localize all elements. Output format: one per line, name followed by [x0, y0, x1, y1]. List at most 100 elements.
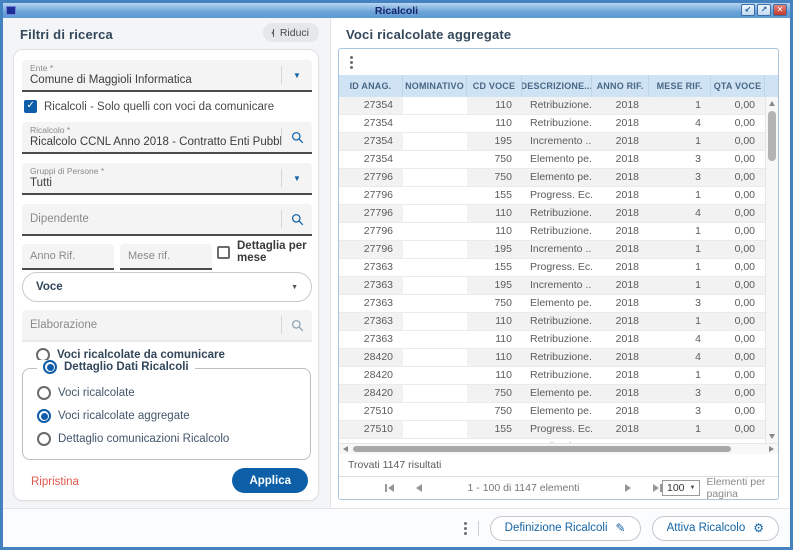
table-row[interactable]: 27796155Progress. Ec...201810,00: [339, 187, 765, 205]
table-row[interactable]: 27363195Incremento ...201810,00: [339, 277, 765, 295]
chevron-down-icon[interactable]: ▼: [282, 60, 312, 90]
radio-circle[interactable]: [37, 409, 51, 423]
scroll-down-icon[interactable]: [769, 434, 775, 439]
applica-button[interactable]: Applica: [232, 468, 308, 493]
column-header[interactable]: ANNO RIF.: [592, 75, 649, 97]
table-cell: 2018: [592, 277, 649, 294]
dipendente-field[interactable]: Dipendente: [22, 204, 312, 236]
table-row[interactable]: 27354110Retribuzione...201840,00: [339, 115, 765, 133]
filters-title: Filtri di ricerca: [20, 27, 113, 42]
maximize-window-button[interactable]: ↗: [757, 4, 771, 16]
vertical-scrollbar[interactable]: [765, 97, 778, 443]
horizontal-scroll-thumb[interactable]: [353, 446, 731, 452]
radio-voci-ricalcolate-aggregate[interactable]: Voci ricalcolate aggregate: [37, 409, 190, 423]
gruppi-persone-field[interactable]: Gruppi di Persone * Tutti ▼: [22, 163, 312, 195]
table-row[interactable]: 28420110Retribuzione...201840,00: [339, 349, 765, 367]
radio-dettaglio-comunicazioni[interactable]: Dettaglio comunicazioni Ricalcolo: [37, 432, 229, 446]
table-cell: 27796: [339, 187, 403, 204]
table-cell: 110: [467, 349, 522, 366]
search-icon[interactable]: [282, 204, 312, 234]
table-cell: 2018: [592, 187, 649, 204]
table-row[interactable]: 27796110Retribuzione...201810,00: [339, 223, 765, 241]
table-row[interactable]: 27363155Progress. Ec...201810,00: [339, 259, 765, 277]
table-cell: 1: [649, 313, 711, 330]
column-header[interactable]: NOMINATIVO: [403, 75, 467, 97]
table-cell: 1: [649, 421, 711, 438]
prev-page-button[interactable]: [416, 484, 422, 492]
vertical-scroll-thumb[interactable]: [768, 111, 776, 161]
table-cell: [403, 349, 467, 366]
last-page-button[interactable]: [653, 484, 662, 492]
table-row[interactable]: 27354110Retribuzione...201810,00: [339, 97, 765, 115]
column-header[interactable]: DESCRIZIONE...: [522, 75, 592, 97]
horizontal-scrollbar[interactable]: [339, 443, 778, 454]
table-cell: 2018: [592, 97, 649, 114]
column-header[interactable]: MESE RIF.: [649, 75, 711, 97]
ripristina-link[interactable]: Ripristina: [31, 476, 79, 488]
table-cell: 110: [467, 313, 522, 330]
table-row[interactable]: 27796750Elemento pe...201830,00: [339, 169, 765, 187]
table-row[interactable]: 28420750Elemento pe...201830,00: [339, 385, 765, 403]
restore-window-button[interactable]: ↙: [741, 4, 755, 16]
table-cell: Elemento pe...: [522, 151, 592, 168]
table-row[interactable]: 27510750Elemento pe...201830,00: [339, 403, 765, 421]
table-cell: 195: [467, 133, 522, 150]
page-size-select[interactable]: 100 ▼: [662, 480, 700, 496]
table-cell: 195: [467, 277, 522, 294]
radio-dettaglio-dati-ricalcoli[interactable]: Dettaglio Dati Ricalcoli: [37, 360, 195, 374]
checkbox-box[interactable]: [217, 246, 230, 259]
column-header[interactable]: ID ANAG.: [339, 75, 403, 97]
table-cell: Progress. Ec...: [522, 421, 592, 438]
table-menu-kebab-icon[interactable]: [350, 56, 353, 69]
table-row[interactable]: 27796195Incremento ...201810,00: [339, 241, 765, 259]
dettaglia-per-mese-checkbox[interactable]: Dettaglia per mese: [217, 240, 318, 264]
table-row[interactable]: 27354750Elemento pe...201830,00: [339, 151, 765, 169]
table-cell: 1: [649, 187, 711, 204]
first-page-button[interactable]: [385, 484, 394, 492]
table-row[interactable]: 27363750Elemento pe...201830,00: [339, 295, 765, 313]
checkbox-box[interactable]: [24, 100, 37, 113]
radio-circle[interactable]: [37, 432, 51, 446]
mese-rif-field[interactable]: Mese rif.: [120, 244, 212, 270]
column-header[interactable]: CD VOCE: [467, 75, 522, 97]
collapse-panel-button[interactable]: ‹ Riduci: [263, 23, 319, 42]
table-cell: 110: [467, 115, 522, 132]
radio-voci-ricalcolate[interactable]: Voci ricalcolate: [37, 386, 135, 400]
table-row[interactable]: 27510155Progress. Ec...201810,00: [339, 421, 765, 439]
scroll-right-icon[interactable]: [769, 446, 774, 452]
ricalcoli-checkbox[interactable]: Ricalcoli - Solo quelli con voci da comu…: [24, 100, 274, 113]
scroll-left-icon[interactable]: [343, 446, 348, 452]
next-page-button[interactable]: [625, 484, 631, 492]
table-cell: 750: [467, 151, 522, 168]
column-header[interactable]: QTA VOCE: [711, 75, 765, 97]
ricalcolo-field[interactable]: Ricalcolo * Ricalcolo CCNL Anno 2018 - C…: [22, 122, 312, 154]
table-row[interactable]: 28420110Retribuzione...201810,00: [339, 367, 765, 385]
ente-field[interactable]: Ente * Comune di Maggioli Informatica ▼: [22, 60, 312, 92]
radio-circle[interactable]: [37, 386, 51, 400]
table-row[interactable]: 27363110Retribuzione...201810,00: [339, 313, 765, 331]
definizione-ricalcoli-button[interactable]: Definizione Ricalcoli ✎: [490, 516, 641, 541]
table-cell: Retribuzione...: [522, 115, 592, 132]
ente-label: Ente *: [30, 63, 281, 73]
table-row[interactable]: 27363110Retribuzione...201840,00: [339, 331, 765, 349]
table-cell: 4: [649, 205, 711, 222]
chevron-down-icon[interactable]: ▼: [282, 163, 312, 193]
table-cell: 2018: [592, 259, 649, 276]
radio-circle[interactable]: [43, 360, 57, 374]
attiva-ricalcolo-button[interactable]: Attiva Ricalcolo ⚙: [652, 516, 779, 541]
voce-dropdown[interactable]: Voce ▼: [22, 272, 312, 302]
table-row[interactable]: 27354195Incremento ...201810,00: [339, 133, 765, 151]
titlebar[interactable]: Ricalcoli ↙ ↗ ✕: [3, 3, 790, 18]
collapse-label: Riduci: [280, 27, 309, 39]
anno-rif-field[interactable]: Anno Rif.: [22, 244, 114, 270]
results-title: Voci ricalcolate aggregate: [346, 27, 511, 42]
close-window-button[interactable]: ✕: [773, 4, 787, 16]
elaborazione-field[interactable]: Elaborazione: [22, 310, 312, 342]
table-cell: [403, 223, 467, 240]
table-row[interactable]: 27796110Retribuzione...201840,00: [339, 205, 765, 223]
search-icon[interactable]: [282, 122, 312, 152]
scroll-up-icon[interactable]: [769, 101, 775, 106]
search-icon[interactable]: [282, 310, 312, 340]
footer-menu-kebab-icon[interactable]: [464, 522, 467, 535]
table-cell: 4: [649, 115, 711, 132]
